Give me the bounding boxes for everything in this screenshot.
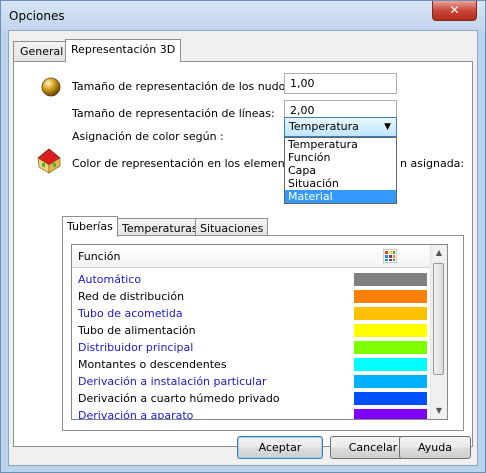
color-elements-label-tail: n asignada: <box>400 157 465 170</box>
color-assignment-label: Asignación de color según : <box>72 130 224 143</box>
node-size-label: Tamaño de representación de los nudos: <box>72 80 295 93</box>
tab-representacion-3d[interactable]: Representación 3D <box>65 39 182 62</box>
color-assignment-dropdown: Temperatura Función Capa Situación Mater… <box>284 137 397 204</box>
list-item-name: Tubo de acometida <box>78 307 183 320</box>
list-item[interactable]: Tubo de alimentación <box>72 322 430 339</box>
list-item-name: Montantes o descendentes <box>78 358 227 371</box>
scroll-thumb[interactable] <box>433 263 444 375</box>
list-item[interactable]: Derivación a instalación particular <box>72 373 430 390</box>
color-swatch[interactable] <box>354 324 427 337</box>
dropdown-option-capa[interactable]: Capa <box>285 164 396 177</box>
color-assignment-value: Temperatura <box>289 120 359 133</box>
dropdown-option-material[interactable]: Material <box>285 190 396 203</box>
list-item[interactable]: Tubo de acometida <box>72 305 430 322</box>
title-bar: Opciones ✕ <box>1 1 485 30</box>
help-button[interactable]: Ayuda <box>399 436 471 459</box>
dropdown-option-funcion[interactable]: Función <box>285 151 396 164</box>
accept-button[interactable]: Aceptar <box>237 436 323 459</box>
list-item-name: Tubo de alimentación <box>78 324 196 337</box>
house-icon <box>37 148 61 174</box>
subtab-tuberias[interactable]: Tuberías <box>62 216 118 237</box>
color-swatch[interactable] <box>354 409 427 419</box>
list-item-name: Red de distribución <box>78 290 185 303</box>
dialog-client: General Representación 3D Tamaño de repr… <box>8 30 478 466</box>
list-item[interactable]: Automático <box>72 271 430 288</box>
list-item[interactable]: Derivación a cuarto húmedo privado <box>72 390 430 407</box>
chevron-down-icon: ▼ <box>384 122 391 132</box>
list-item-name: Distribuidor principal <box>78 341 194 354</box>
tab-panel-3d: Tamaño de representación de los nudos: 1… <box>13 61 473 447</box>
function-column-header: Función <box>78 250 121 263</box>
dropdown-option-temperatura[interactable]: Temperatura <box>285 138 396 151</box>
list-item[interactable]: Distribuidor principal <box>72 339 430 356</box>
color-swatch[interactable] <box>354 392 427 405</box>
list-item-name: Automático <box>78 273 142 286</box>
close-button[interactable]: ✕ <box>432 1 477 21</box>
list-header: Función <box>72 245 432 268</box>
sphere-icon <box>41 77 61 97</box>
window-title: Opciones <box>9 9 65 23</box>
dropdown-option-situacion[interactable]: Situación <box>285 177 396 190</box>
list-item-name: Derivación a instalación particular <box>78 375 267 388</box>
list-item[interactable]: Red de distribución <box>72 288 430 305</box>
color-elements-label: Color de representación en los elementos… <box>72 157 312 170</box>
function-color-list[interactable]: Función Automático Red de distribución Tub… <box>71 244 448 420</box>
options-dialog: Opciones ✕ General Representación 3D Tam… <box>0 0 486 473</box>
node-size-input[interactable]: 1,00 <box>284 73 397 94</box>
palette-icon[interactable] <box>383 249 397 263</box>
color-swatch[interactable] <box>354 341 427 354</box>
scroll-up-icon[interactable]: ▲ <box>431 245 447 261</box>
color-swatch[interactable] <box>354 273 427 286</box>
list-item-name: Derivación a cuarto húmedo privado <box>78 392 280 405</box>
color-swatch[interactable] <box>354 307 427 320</box>
list-item[interactable]: Montantes o descendentes <box>72 356 430 373</box>
close-icon: ✕ <box>449 3 460 17</box>
color-swatch[interactable] <box>354 358 427 371</box>
tab-general[interactable]: General <box>13 41 71 61</box>
color-swatch[interactable] <box>354 290 427 303</box>
subtab-panel-tuberias: Función Automático Red de distribución Tub… <box>62 235 464 431</box>
list-item-name: Derivación a aparato <box>78 409 194 420</box>
color-swatch[interactable] <box>354 375 427 388</box>
scroll-down-icon[interactable]: ▼ <box>431 403 447 419</box>
line-size-label: Tamaño de representación de líneas: <box>72 107 275 120</box>
list-scrollbar[interactable]: ▲ ▼ <box>430 245 447 419</box>
list-item[interactable]: Derivación a aparato <box>72 407 430 420</box>
color-assignment-select[interactable]: Temperatura ▼ <box>284 117 397 137</box>
